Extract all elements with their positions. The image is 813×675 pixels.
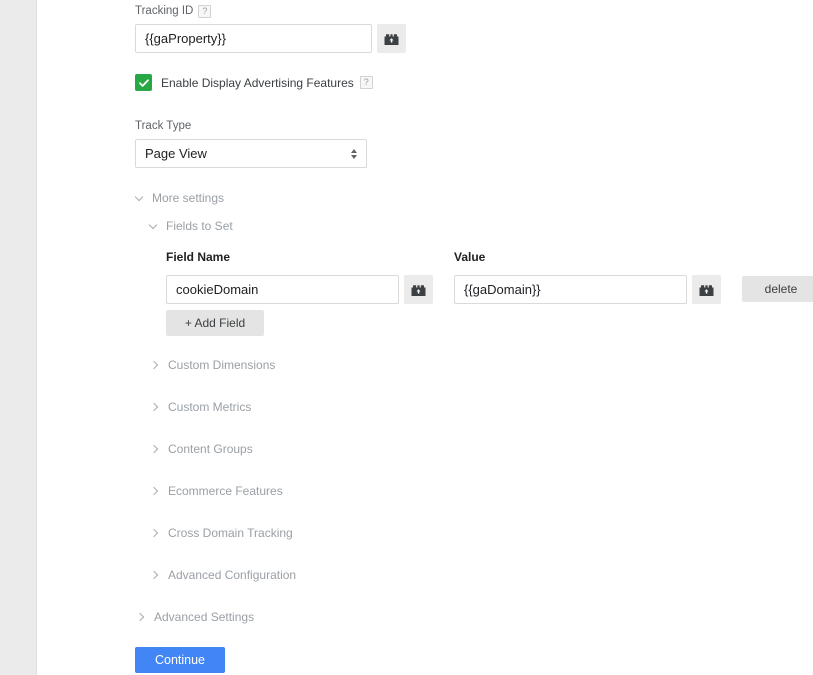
display-advertising-label: Enable Display Advertising Features xyxy=(161,75,354,90)
delete-field-button[interactable]: delete xyxy=(742,276,813,302)
track-type-label: Track Type xyxy=(135,120,192,132)
column-header-value: Value xyxy=(454,250,486,264)
chevron-down-icon xyxy=(149,222,157,230)
table-row-value-cell: {{gaDomain}} xyxy=(454,275,721,304)
help-icon[interactable]: ? xyxy=(198,4,212,18)
help-icon[interactable]: ? xyxy=(359,76,373,89)
track-type-selected-value: Page View xyxy=(145,146,207,161)
section-advanced-configuration[interactable]: Advanced Configuration xyxy=(151,567,296,583)
tracking-id-group: Tracking ID ? {{gaProperty}} xyxy=(135,4,406,53)
advanced-settings-disclosure[interactable]: Advanced Settings xyxy=(137,609,254,625)
lego-brick-icon-tracking-id[interactable] xyxy=(377,24,406,53)
section-ecommerce-features[interactable]: Ecommerce Features xyxy=(151,483,283,499)
tracking-id-input-row: {{gaProperty}} xyxy=(135,24,406,53)
tag-configuration-page: Tracking ID ? {{gaProperty}} Enable Disp… xyxy=(0,0,813,675)
more-settings-label: More settings xyxy=(152,191,225,205)
left-rail-background xyxy=(0,0,36,675)
updown-spinner-icon xyxy=(351,148,357,159)
fields-to-set-label: Fields to Set xyxy=(166,219,233,233)
track-type-select[interactable]: Page View xyxy=(135,139,367,168)
chevron-right-icon xyxy=(151,571,159,579)
tracking-id-label-row: Tracking ID ? xyxy=(135,4,406,18)
chevron-right-icon xyxy=(151,445,159,453)
chevron-down-icon xyxy=(135,194,143,202)
content-panel: Tracking ID ? {{gaProperty}} Enable Disp… xyxy=(37,0,813,675)
more-settings-disclosure[interactable]: More settings xyxy=(135,190,224,206)
add-field-button[interactable]: + Add Field xyxy=(166,310,264,336)
continue-button[interactable]: Continue xyxy=(135,647,225,673)
section-label: Custom Metrics xyxy=(168,400,252,414)
section-cross-domain-tracking[interactable]: Cross Domain Tracking xyxy=(151,525,293,541)
chevron-right-icon xyxy=(137,613,145,621)
section-custom-dimensions[interactable]: Custom Dimensions xyxy=(151,357,275,373)
chevron-right-icon xyxy=(151,487,159,495)
section-label: Advanced Configuration xyxy=(168,568,297,582)
field-name-input[interactable]: cookieDomain xyxy=(166,275,399,304)
display-advertising-checkbox[interactable] xyxy=(135,74,152,91)
section-custom-metrics[interactable]: Custom Metrics xyxy=(151,399,251,415)
tracking-id-label: Tracking ID xyxy=(135,5,194,17)
section-label: Cross Domain Tracking xyxy=(168,526,293,540)
value-input[interactable]: {{gaDomain}} xyxy=(454,275,687,304)
table-row-field-name-cell: cookieDomain xyxy=(166,275,433,304)
track-type-group: Track Type Page View xyxy=(135,119,367,168)
display-advertising-row[interactable]: Enable Display Advertising Features ? xyxy=(135,74,373,91)
lego-brick-icon-field-name[interactable] xyxy=(404,275,433,304)
lego-brick-icon-value[interactable] xyxy=(692,275,721,304)
section-label: Ecommerce Features xyxy=(168,484,283,498)
display-advertising-label-row: Enable Display Advertising Features ? xyxy=(161,76,373,90)
column-header-field-name: Field Name xyxy=(166,250,231,264)
section-label: Content Groups xyxy=(168,442,253,456)
chevron-right-icon xyxy=(151,403,159,411)
chevron-right-icon xyxy=(151,361,159,369)
tracking-id-input[interactable]: {{gaProperty}} xyxy=(135,24,372,53)
section-content-groups[interactable]: Content Groups xyxy=(151,441,253,457)
chevron-right-icon xyxy=(151,529,159,537)
section-label: Custom Dimensions xyxy=(168,358,276,372)
fields-to-set-disclosure[interactable]: Fields to Set xyxy=(149,218,233,234)
advanced-settings-label: Advanced Settings xyxy=(154,610,255,624)
